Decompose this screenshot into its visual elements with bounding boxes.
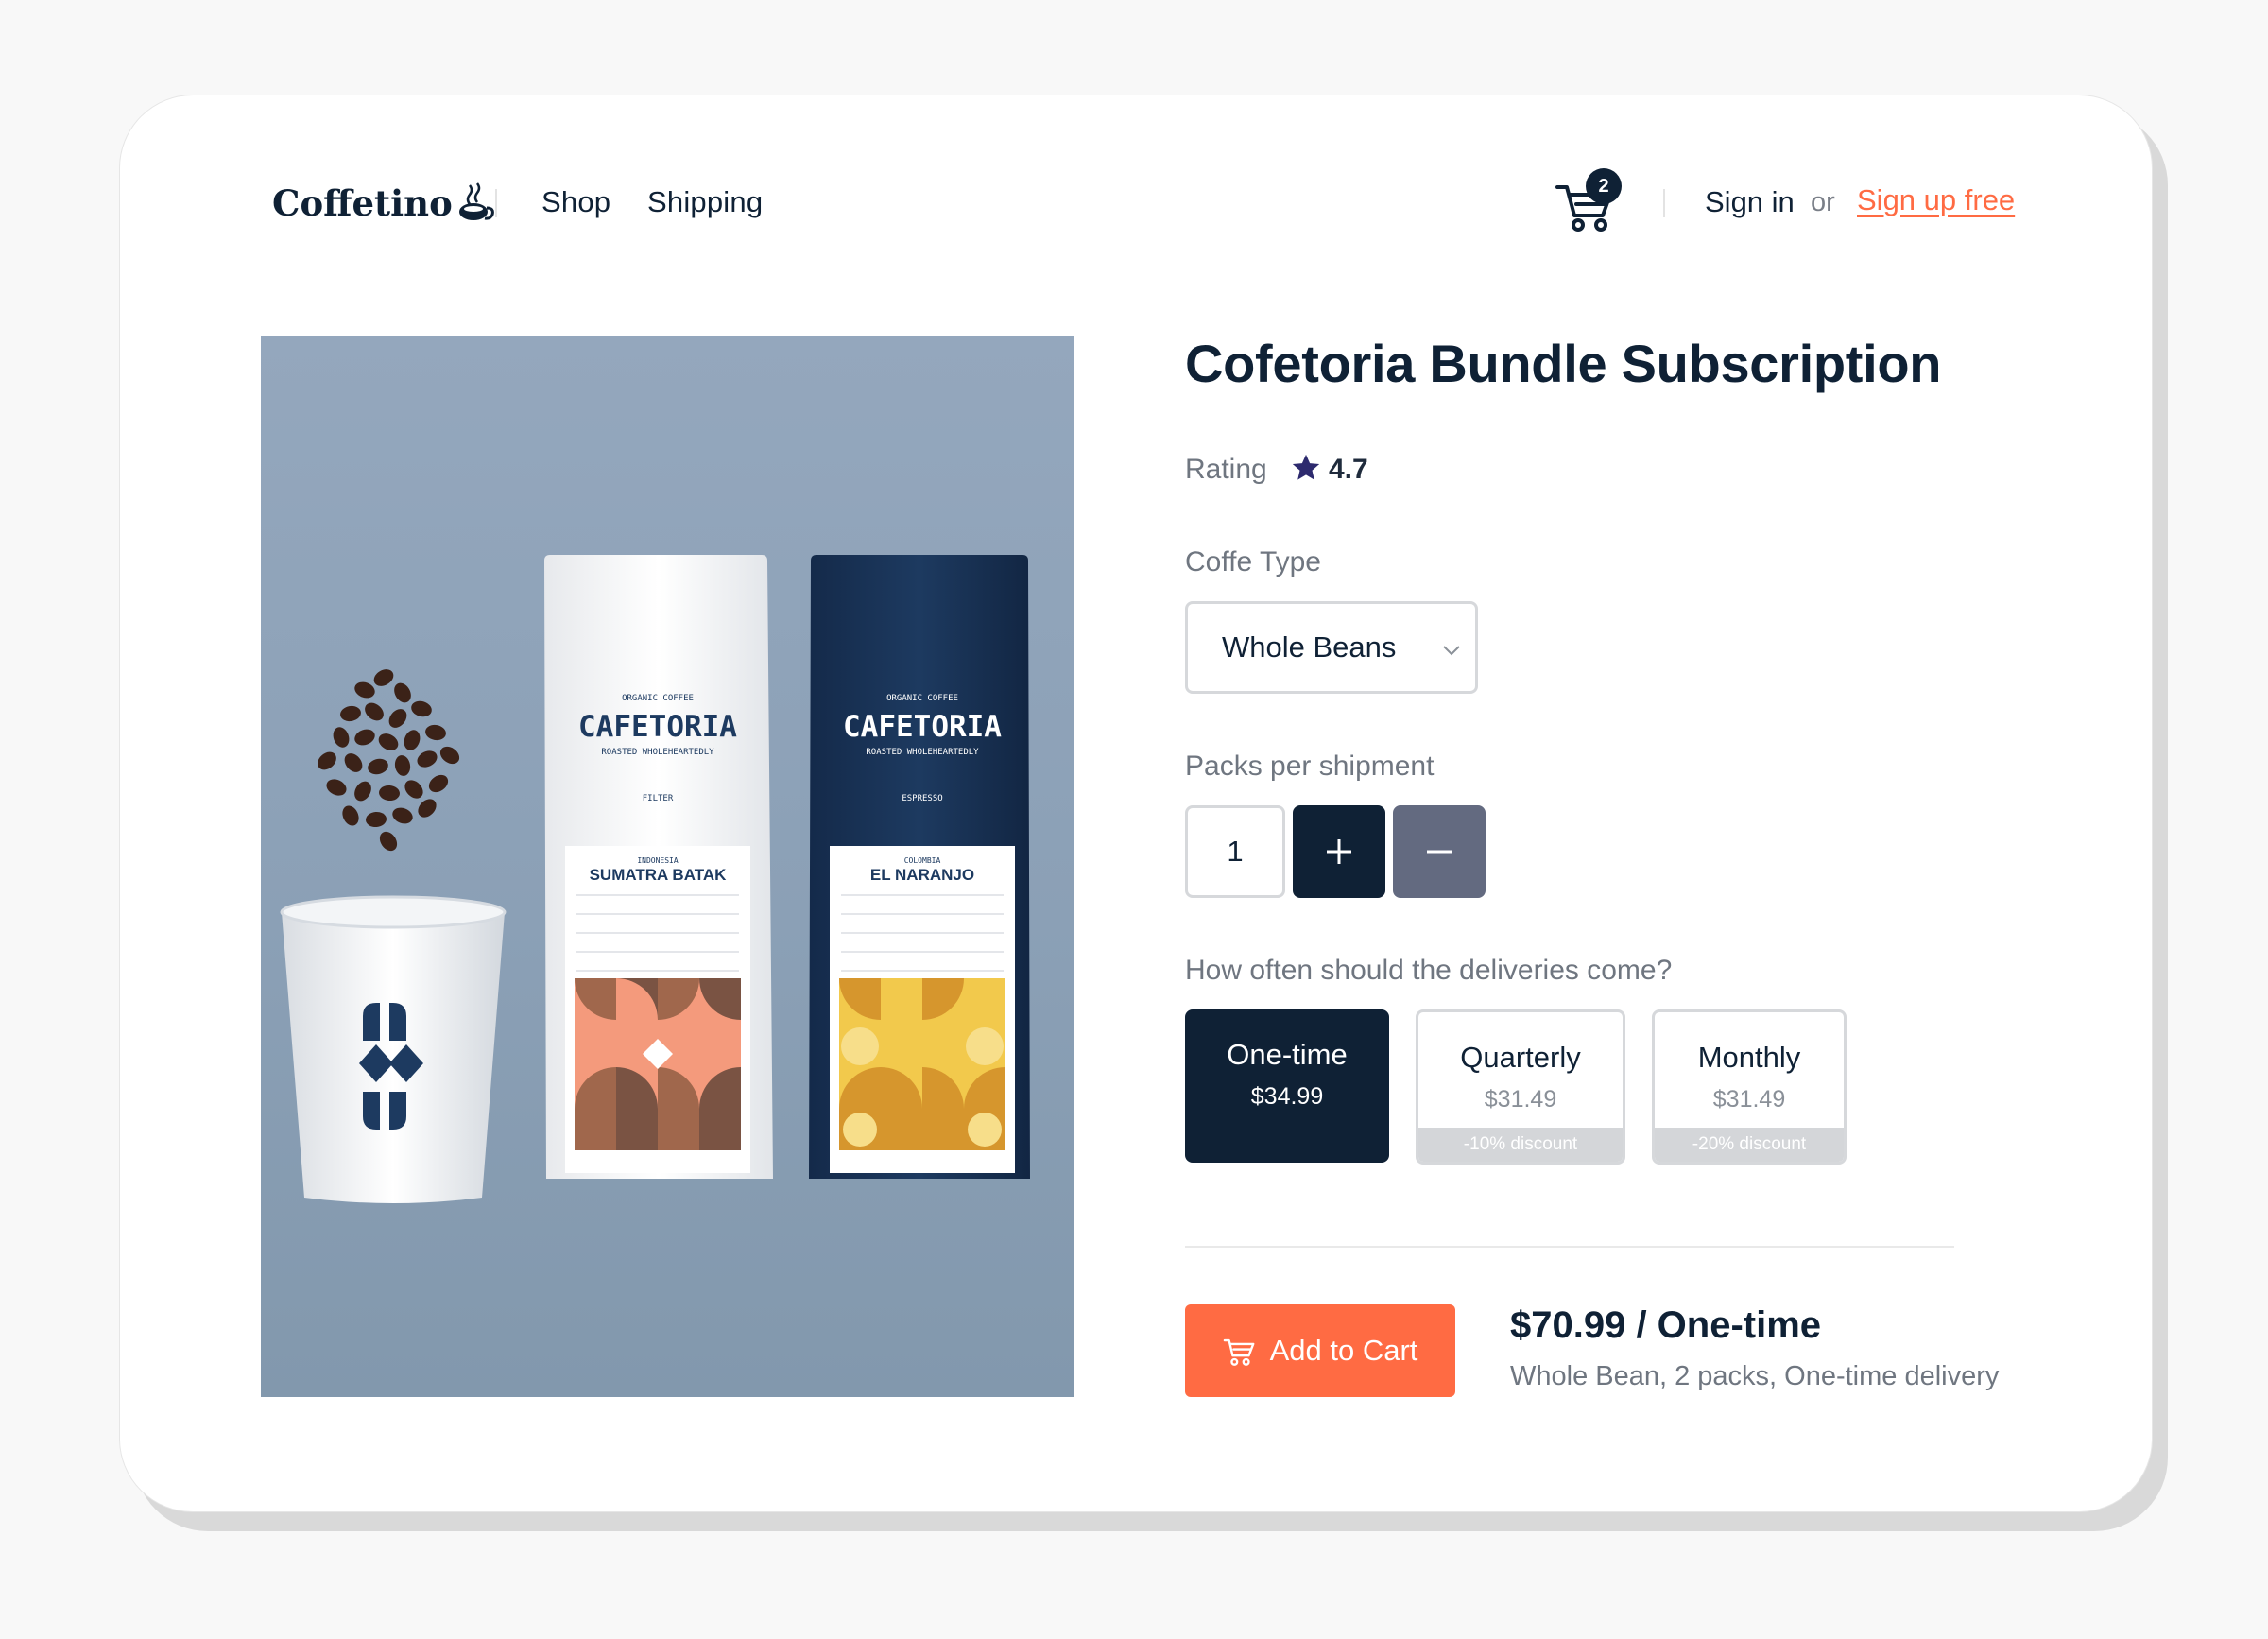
coffee-bag-sumatra: ORGANIC COFFEE CAFETORIA ROASTED WHOLEHE…: [544, 555, 773, 1179]
header-divider: [1663, 189, 1665, 217]
frequency-price: $34.99: [1250, 1083, 1324, 1110]
chevron-down-icon: [1443, 646, 1461, 656]
nav-shipping[interactable]: Shipping: [647, 185, 763, 219]
rating-label: Rating: [1185, 454, 1267, 485]
svg-text:FILTER: FILTER: [643, 794, 674, 803]
coffee-type-select[interactable]: Whole Beans: [1185, 601, 1478, 694]
logo-text: Coffetino: [272, 182, 453, 224]
svg-text:CAFETORIA: CAFETORIA: [843, 710, 1002, 744]
svg-text:SUMATRA BATAK: SUMATRA BATAK: [590, 866, 728, 884]
add-to-cart-label: Add to Cart: [1269, 1334, 1418, 1367]
coffee-bag-naranjo: ORGANIC COFFEE CAFETORIA ROASTED WHOLEHE…: [809, 555, 1030, 1179]
summary-detail: Whole Bean, 2 packs, One-time delivery: [1510, 1361, 2000, 1391]
svg-text:ORGANIC COFFEE: ORGANIC COFFEE: [622, 694, 694, 703]
add-to-cart-button[interactable]: Add to Cart: [1185, 1304, 1455, 1397]
coffee-cup-icon: [458, 182, 494, 220]
svg-text:CAFETORIA: CAFETORIA: [578, 710, 737, 744]
cart-icon: [1223, 1338, 1254, 1366]
svg-text:ROASTED WHOLEHEARTEDLY: ROASTED WHOLEHEARTEDLY: [601, 748, 714, 757]
svg-text:EL NARANJO: EL NARANJO: [870, 866, 974, 884]
discount-badge: -10% discount: [1418, 1128, 1623, 1162]
frequency-price: $31.49: [1484, 1086, 1557, 1113]
decrease-button[interactable]: [1393, 805, 1486, 898]
svg-text:ESPRESSO: ESPRESSO: [902, 794, 942, 803]
header-divider: [495, 189, 497, 217]
packs-quantity-input[interactable]: 1: [1185, 805, 1285, 898]
sign-up-link[interactable]: Sign up free: [1857, 183, 2015, 217]
frequency-label: How often should the deliveries come?: [1185, 955, 1673, 986]
discount-badge: -20% discount: [1655, 1128, 1844, 1162]
cart-count-badge: 2: [1586, 168, 1622, 204]
svg-text:ORGANIC COFFEE: ORGANIC COFFEE: [886, 694, 958, 703]
coffee-beans: [318, 669, 460, 852]
star-icon: [1292, 454, 1320, 480]
coffee-type-value: Whole Beans: [1222, 630, 1397, 664]
plus-icon: [1327, 839, 1351, 864]
increase-button[interactable]: [1293, 805, 1385, 898]
svg-text:ROASTED WHOLEHEARTEDLY: ROASTED WHOLEHEARTEDLY: [866, 748, 979, 757]
paper-cup: [280, 895, 507, 1203]
brand-logo[interactable]: Coffetino: [272, 180, 494, 227]
product-title: Cofetoria Bundle Subscription: [1185, 334, 1942, 393]
sign-in-link[interactable]: Sign in: [1705, 185, 1795, 219]
frequency-option-quarterly[interactable]: Quarterly $31.49 -10% discount: [1416, 1009, 1625, 1165]
frequency-price: $31.49: [1712, 1086, 1786, 1113]
frequency-name: Monthly: [1697, 1041, 1801, 1074]
svg-text:INDONESIA: INDONESIA: [637, 856, 679, 865]
nav-shop[interactable]: Shop: [541, 185, 610, 219]
rating-value: 4.7: [1329, 454, 1368, 485]
frequency-option-one-time[interactable]: One-time $34.99: [1185, 1009, 1389, 1163]
minus-icon: [1427, 850, 1452, 854]
summary-price: $70.99 / One-time: [1510, 1304, 1822, 1346]
product-image: ORGANIC COFFEE CAFETORIA ROASTED WHOLEHE…: [261, 336, 1074, 1397]
or-text: or: [1811, 187, 1835, 217]
frequency-name: Quarterly: [1460, 1041, 1581, 1074]
divider: [1185, 1246, 1954, 1248]
frequency-option-monthly[interactable]: Monthly $31.49 -20% discount: [1652, 1009, 1847, 1165]
product-photo: ORGANIC COFFEE CAFETORIA ROASTED WHOLEHE…: [280, 555, 1030, 1203]
svg-text:COLOMBIA: COLOMBIA: [904, 856, 941, 865]
coffee-type-label: Coffe Type: [1185, 546, 1321, 578]
frequency-name: One-time: [1227, 1038, 1348, 1071]
packs-label: Packs per shipment: [1185, 750, 1435, 782]
